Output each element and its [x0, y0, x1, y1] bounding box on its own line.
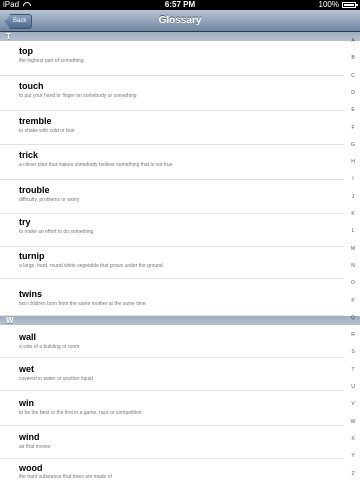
- index-letter-j[interactable]: J: [346, 194, 360, 200]
- entry-definition: a clever plan that makes somebody believ…: [19, 162, 173, 168]
- entry-definition: to make an effort to do something: [19, 229, 94, 235]
- index-letter-i[interactable]: I: [346, 176, 360, 182]
- index-letter-d[interactable]: D: [346, 90, 360, 96]
- entry-word: top: [19, 46, 33, 56]
- index-letter-r[interactable]: R: [346, 332, 360, 338]
- index-letter-y[interactable]: Y: [346, 453, 360, 459]
- index-letter-e[interactable]: E: [346, 107, 360, 113]
- list-item[interactable]: trouble difficulty, problems or worry: [0, 180, 344, 214]
- list-item[interactable]: turnip a large, hard, round white vegeta…: [0, 247, 344, 279]
- entry-word: wood: [19, 463, 43, 473]
- entry-word: turnip: [19, 251, 45, 261]
- entry-word: trick: [19, 150, 39, 160]
- index-letter-w[interactable]: W: [346, 419, 360, 425]
- entry-definition: to put your hand or finger on somebody o…: [19, 93, 137, 99]
- index-letter-g[interactable]: G: [346, 142, 360, 148]
- entry-word: wet: [19, 364, 35, 374]
- index-letter-q[interactable]: Q: [346, 315, 360, 321]
- entry-definition: a large, hard, round white vegetable tha…: [19, 263, 163, 269]
- list-item[interactable]: wind air that moves: [0, 426, 344, 459]
- entry-definition: the highest part of something: [19, 58, 84, 64]
- navigation-bar: Glossary Back: [0, 10, 360, 32]
- entry-word: tremble: [19, 116, 52, 126]
- entry-definition: to be the best or the first in a game, r…: [19, 410, 142, 416]
- index-letter-o[interactable]: O: [346, 280, 360, 286]
- entry-definition: to shake with cold or fear: [19, 128, 75, 134]
- status-bar: iPad 6:57 PM 100%: [0, 0, 360, 10]
- section-header-t: T: [0, 32, 360, 41]
- list-item[interactable]: wall a side of a building or room: [0, 325, 344, 358]
- list-item[interactable]: top the highest part of something: [0, 41, 344, 76]
- list-item[interactable]: twins two children born from the same mo…: [0, 279, 344, 316]
- list-item[interactable]: wet covered in water or another liquid: [0, 358, 344, 391]
- entry-word: wind: [19, 432, 40, 442]
- entry-definition: difficulty, problems or worry: [19, 197, 80, 203]
- index-letter-u[interactable]: U: [346, 384, 360, 390]
- list-item[interactable]: touch to put your hand or finger on some…: [0, 76, 344, 111]
- index-letter-c[interactable]: C: [346, 73, 360, 79]
- index-letter-x[interactable]: X: [346, 436, 360, 442]
- list-item[interactable]: win to be the best or the first in a gam…: [0, 391, 344, 426]
- entry-word: twins: [19, 289, 43, 299]
- entry-word: wall: [19, 332, 37, 342]
- entry-definition: the hard substance that trees are made o…: [19, 474, 112, 480]
- battery-percent: 100%: [318, 0, 339, 9]
- status-time: 6:57 PM: [164, 0, 196, 9]
- entry-word: trouble: [19, 185, 50, 195]
- index-letter-b[interactable]: B: [346, 55, 360, 61]
- index-letter-k[interactable]: K: [346, 211, 360, 217]
- list-item[interactable]: try to make an effort to do something: [0, 214, 344, 247]
- index-letter-v[interactable]: V: [346, 401, 360, 407]
- index-letter-h[interactable]: H: [346, 159, 360, 165]
- page-title: Glossary: [158, 15, 202, 26]
- entry-word: try: [19, 217, 31, 227]
- section-index-bar[interactable]: A B C D E F G H I J K L M N O P Q R S T U V W X Y Z: [346, 32, 360, 480]
- index-letter-t[interactable]: T: [346, 367, 360, 373]
- battery-fill: [344, 4, 354, 6]
- back-button[interactable]: Back: [5, 14, 33, 29]
- list-item[interactable]: trick a clever plan that makes somebody …: [0, 145, 344, 180]
- entry-definition: covered in water or another liquid: [19, 376, 93, 382]
- index-letter-p[interactable]: P: [346, 298, 360, 304]
- index-letter-z[interactable]: Z: [346, 471, 360, 477]
- list-item[interactable]: wood the hard substance that trees are m…: [0, 459, 344, 480]
- index-letter-m[interactable]: M: [346, 246, 360, 252]
- index-letter-a[interactable]: A: [346, 38, 360, 44]
- entry-word: win: [19, 398, 34, 408]
- index-letter-n[interactable]: N: [346, 263, 360, 269]
- entry-definition: a side of a building or room: [19, 344, 80, 350]
- index-letter-l[interactable]: L: [346, 228, 360, 234]
- entry-word: touch: [19, 81, 44, 91]
- entry-definition: two children born from the same mother a…: [19, 301, 146, 307]
- index-letter-f[interactable]: F: [346, 125, 360, 131]
- entry-definition: air that moves: [19, 444, 51, 450]
- battery-icon: [342, 2, 358, 8]
- section-header-w: W: [0, 316, 360, 325]
- index-letter-s[interactable]: S: [346, 349, 360, 355]
- list-item[interactable]: tremble to shake with cold or fear: [0, 111, 344, 145]
